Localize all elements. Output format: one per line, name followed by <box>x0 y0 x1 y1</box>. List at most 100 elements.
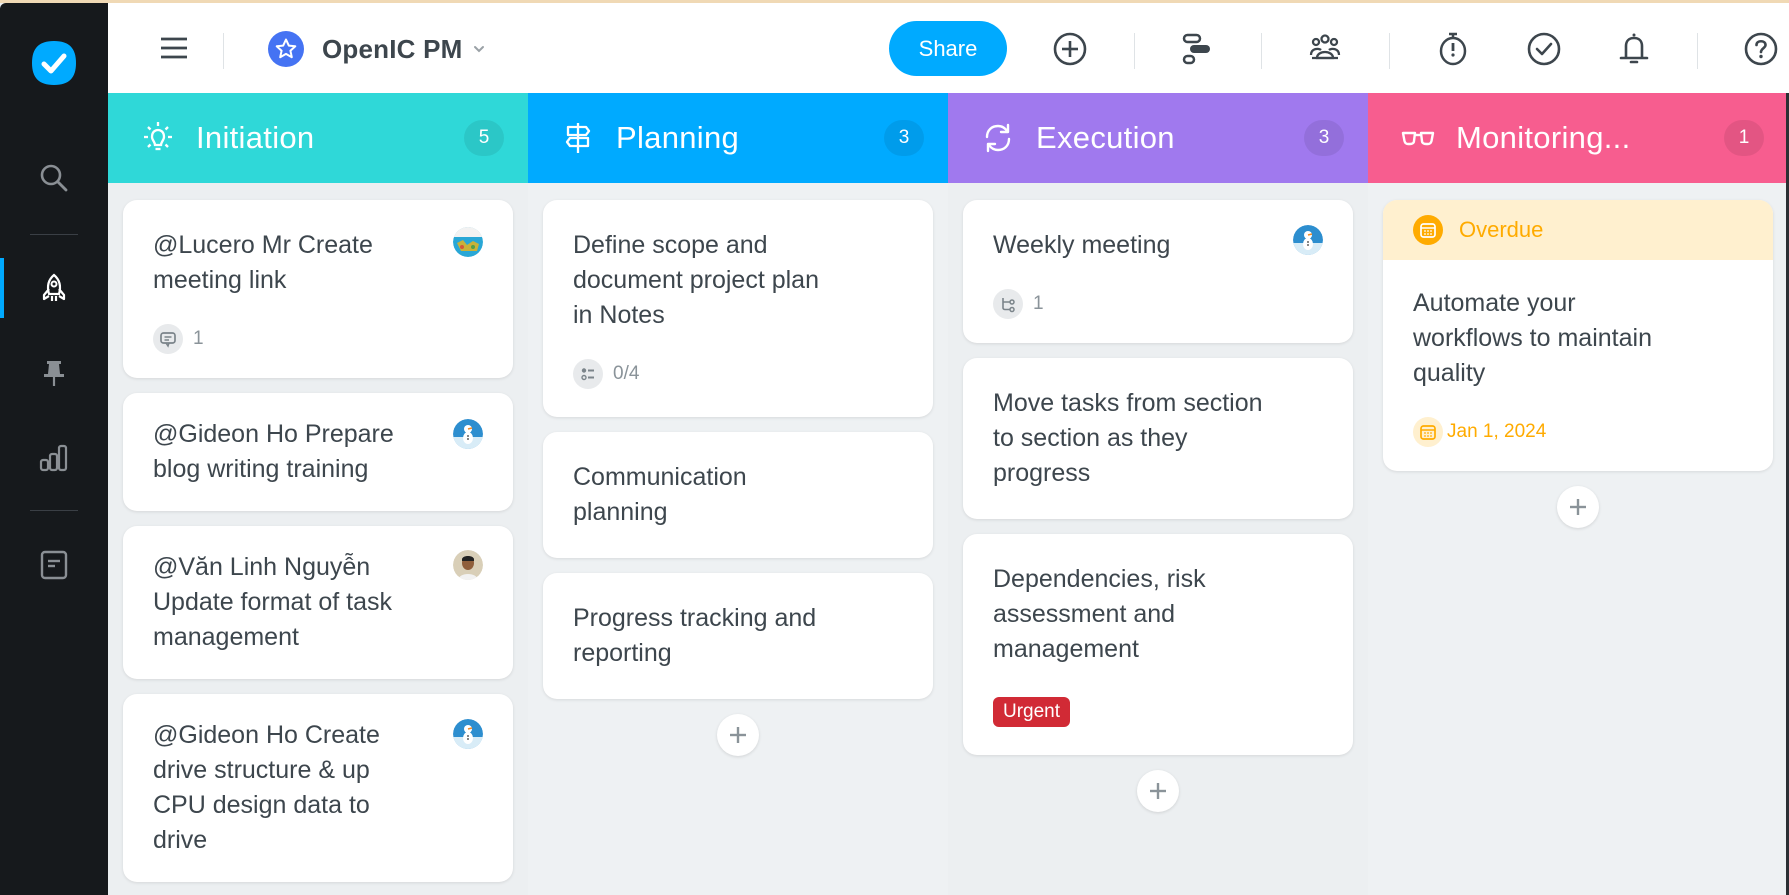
add-task-button[interactable] <box>717 714 759 756</box>
avatar-map-image <box>453 227 483 257</box>
comment-count-value: 1 <box>193 328 204 349</box>
sidebar <box>0 3 108 895</box>
menu-icon <box>161 37 187 59</box>
header-divider <box>1697 33 1698 69</box>
column-header[interactable]: Planning 3 <box>528 93 948 183</box>
column-header[interactable]: Monitoring... 1 <box>1368 93 1788 183</box>
top-bar: OpenIC PM Share <box>108 3 1789 93</box>
column-initiation: Initiation 5 @Lucero Mr Create meeting l… <box>108 93 528 895</box>
sidebar-item-reports[interactable] <box>0 428 108 488</box>
team-button[interactable] <box>1305 29 1345 69</box>
header-divider <box>1261 33 1262 69</box>
column-count: 3 <box>1304 120 1344 156</box>
project-name: OpenIC PM <box>322 33 463 64</box>
star-icon <box>275 38 297 59</box>
column-header[interactable]: Execution 3 <box>948 93 1368 183</box>
task-card[interactable]: Define scope and document project plan i… <box>543 200 933 417</box>
pin-icon <box>44 361 64 386</box>
team-icon <box>1309 34 1341 60</box>
timer-button[interactable] <box>1433 29 1473 69</box>
sidebar-item-search[interactable] <box>0 148 108 208</box>
search-icon <box>40 164 68 192</box>
note-icon <box>40 550 68 580</box>
plus-icon <box>730 727 746 743</box>
avatar[interactable] <box>453 550 483 580</box>
due-date-value: Jan 1, 2024 <box>1447 421 1547 442</box>
task-card[interactable]: @Văn Linh Nguyễn Update format of task m… <box>123 526 513 679</box>
comment-count: 1 <box>153 324 483 354</box>
subtask-icon <box>1002 298 1015 313</box>
plus-icon <box>1150 783 1166 799</box>
header-divider <box>223 33 224 69</box>
task-card[interactable]: @Lucero Mr Create meeting link 1 <box>123 200 513 378</box>
refresh-icon <box>985 123 1011 153</box>
task-card[interactable]: Progress tracking and reporting <box>543 573 933 699</box>
task-card[interactable]: @Gideon Ho Prepare blog writing training <box>123 393 513 511</box>
due-date[interactable]: Jan 1, 2024 <box>1413 417 1743 447</box>
task-card[interactable]: Communication planning <box>543 432 933 558</box>
column-title: Monitoring... <box>1456 120 1631 155</box>
avatar-snowman-image <box>453 719 483 749</box>
column-planning: Planning 3 Define scope and document pro… <box>528 93 948 895</box>
task-title: Automate your workflows to maintain qual… <box>1413 289 1652 387</box>
notifications-button[interactable] <box>1614 29 1654 69</box>
add-task-button[interactable] <box>1557 486 1599 528</box>
task-title: Communication planning <box>573 463 747 526</box>
task-title: Weekly meeting <box>993 231 1171 259</box>
overdue-label: Overdue <box>1459 217 1544 242</box>
my-tasks-button[interactable] <box>1524 29 1564 69</box>
card-list: Weekly meeting 1 Move tasks from section… <box>963 200 1353 812</box>
bell-icon <box>1619 33 1649 64</box>
sidebar-item-projects[interactable] <box>0 258 108 318</box>
task-title: @Gideon Ho Prepare blog writing training <box>153 420 394 483</box>
column-title: Planning <box>616 120 740 155</box>
subtask-count: 1 <box>993 289 1323 319</box>
column-title: Execution <box>1036 120 1175 155</box>
timeline-button[interactable] <box>1177 29 1217 69</box>
avatar-snowman-image <box>453 419 483 449</box>
timeline-icon <box>1182 33 1210 65</box>
add-task-button[interactable] <box>1137 770 1179 812</box>
menu-button[interactable] <box>156 30 192 66</box>
add-button[interactable] <box>1050 29 1090 69</box>
task-card[interactable]: Move tasks from section to section as th… <box>963 358 1353 519</box>
plus-icon <box>1570 499 1586 515</box>
task-card[interactable]: Weekly meeting 1 <box>963 200 1353 343</box>
column-count: 1 <box>1724 120 1764 156</box>
project-selector[interactable]: OpenIC PM <box>268 29 486 69</box>
column-monitoring: Monitoring... 1 Overdue Automate your wo… <box>1368 93 1788 895</box>
task-title: @Gideon Ho Create drive structure & up C… <box>153 721 380 854</box>
sidebar-divider <box>30 510 78 511</box>
task-card[interactable]: Overdue Automate your workflows to maint… <box>1383 200 1773 471</box>
column-title: Initiation <box>196 120 315 155</box>
checklist-progress-value: 0/4 <box>613 363 640 384</box>
app-logo[interactable] <box>29 38 79 88</box>
card-list: @Lucero Mr Create meeting link 1 @Gideon… <box>123 200 513 895</box>
check-circle-icon <box>1527 32 1561 66</box>
task-card[interactable]: @Gideon Ho Create drive structure & up C… <box>123 694 513 882</box>
subtask-count-value: 1 <box>1033 293 1044 314</box>
sidebar-divider <box>30 234 78 235</box>
avatar-snowman-image <box>1293 225 1323 255</box>
comment-icon <box>160 332 176 348</box>
avatar[interactable] <box>453 419 483 449</box>
sidebar-item-pinned[interactable] <box>0 343 108 403</box>
task-card[interactable]: Dependencies, risk assessment and manage… <box>963 534 1353 755</box>
lightbulb-icon <box>144 122 172 151</box>
task-title: Define scope and document project plan i… <box>573 231 819 329</box>
column-count: 5 <box>464 120 504 156</box>
sidebar-item-notes[interactable] <box>0 535 108 595</box>
column-header[interactable]: Initiation 5 <box>108 93 528 183</box>
share-button[interactable]: Share <box>889 21 1007 76</box>
avatar[interactable] <box>1293 225 1323 255</box>
app-window: OpenIC PM Share Initiation 5 @Lucero Mr … <box>0 3 1789 895</box>
bar-chart-icon <box>39 444 68 472</box>
glasses-icon <box>1401 131 1435 146</box>
task-title: @Lucero Mr Create meeting link <box>153 231 373 294</box>
card-list: Overdue Automate your workflows to maint… <box>1383 200 1773 528</box>
avatar[interactable] <box>453 719 483 749</box>
help-button[interactable] <box>1741 29 1781 69</box>
avatar[interactable] <box>453 227 483 257</box>
rocket-icon <box>42 273 66 301</box>
urgent-tag[interactable]: Urgent <box>993 697 1071 727</box>
